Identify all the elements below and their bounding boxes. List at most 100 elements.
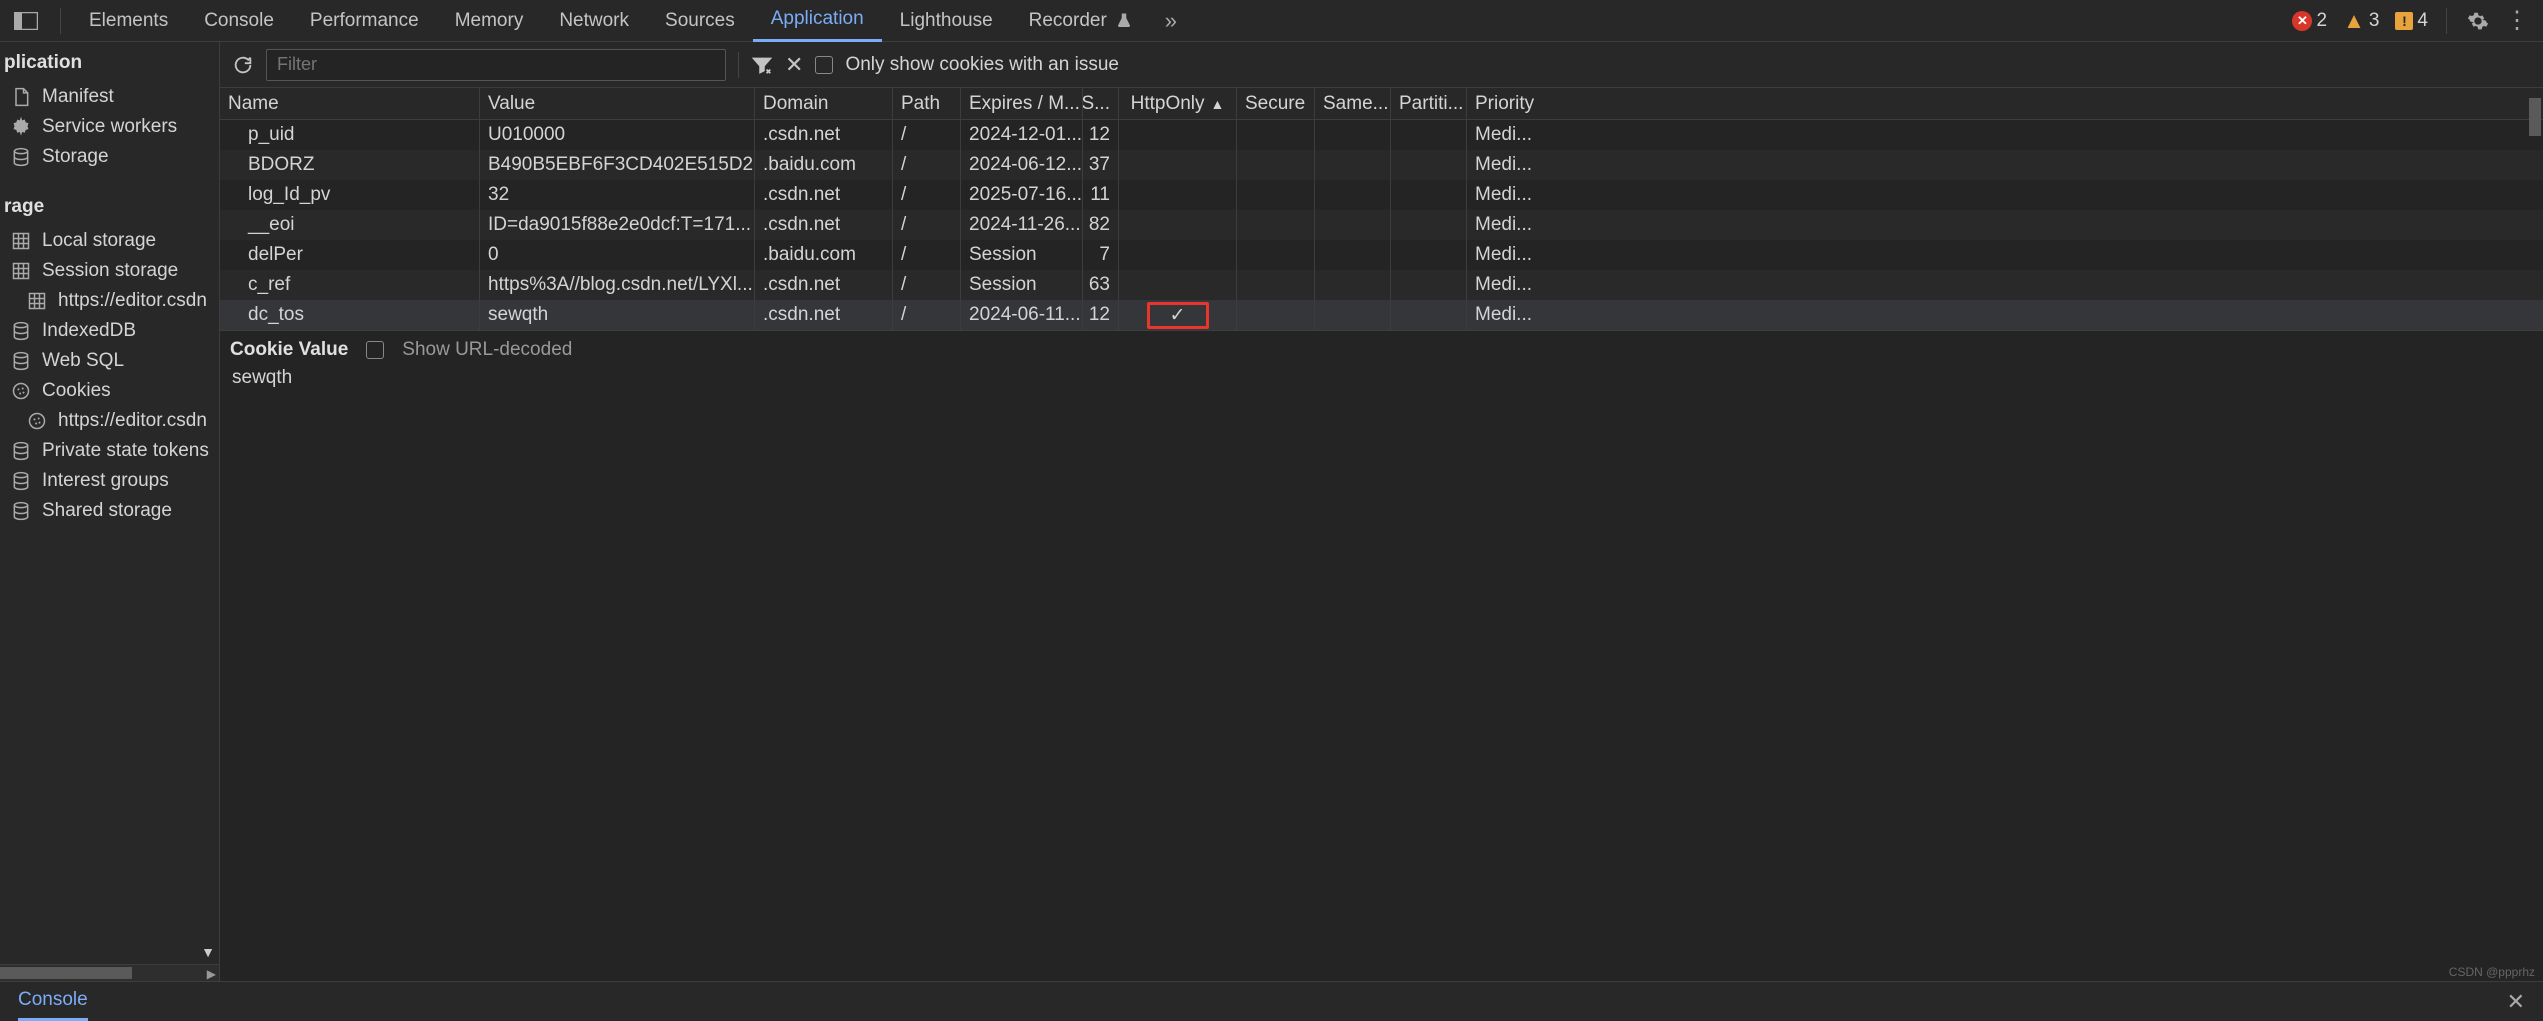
- cookie-value-text: sewqth: [230, 367, 2533, 389]
- sidebar-item-storage[interactable]: Storage: [0, 142, 219, 172]
- col-samesite[interactable]: Same...: [1315, 88, 1391, 119]
- cell-size: 12: [1083, 300, 1119, 330]
- close-drawer-button[interactable]: ✕: [2507, 989, 2525, 1015]
- col-partition[interactable]: Partiti...: [1391, 88, 1467, 119]
- cell-path: /: [893, 300, 961, 330]
- cell-secure: [1237, 240, 1315, 270]
- sidebar-item-https-editor-csdn[interactable]: https://editor.csdn: [0, 406, 219, 436]
- col-expires[interactable]: Expires / M...: [961, 88, 1083, 119]
- table-row[interactable]: c_refhttps%3A//blog.csdn.net/LYXl....csd…: [220, 270, 2543, 300]
- tab-lighthouse[interactable]: Lighthouse: [882, 0, 1011, 42]
- sidebar-item-https-editor-csdn[interactable]: https://editor.csdn: [0, 286, 219, 316]
- more-tabs-button[interactable]: »: [1151, 8, 1191, 34]
- sidebar-item-web-sql[interactable]: Web SQL: [0, 346, 219, 376]
- cell-path: /: [893, 180, 961, 210]
- cell-name: __eoi: [220, 210, 480, 240]
- cell-value: U010000: [480, 120, 755, 150]
- cookies-toolbar: ✕ Only show cookies with an issue: [220, 42, 2543, 88]
- col-domain[interactable]: Domain: [755, 88, 893, 119]
- cell-priority: Medi...: [1467, 180, 1547, 210]
- cookies-table: Name Value Domain Path Expires / M... S.…: [220, 88, 2543, 330]
- table-row[interactable]: BDORZB490B5EBF6F3CD402E515D2....baidu.co…: [220, 150, 2543, 180]
- cell-name: p_uid: [220, 120, 480, 150]
- tab-sources[interactable]: Sources: [647, 0, 753, 42]
- cell-path: /: [893, 270, 961, 300]
- sidebar-item-local-storage[interactable]: Local storage: [0, 226, 219, 256]
- scrollbar-arrow-right-icon[interactable]: ▶: [207, 967, 216, 981]
- drawer-tab-console[interactable]: Console: [18, 982, 88, 1021]
- sidebar-item-label: Manifest: [42, 86, 114, 108]
- col-secure[interactable]: Secure: [1237, 88, 1315, 119]
- sidebar-item-shared-storage[interactable]: Shared storage: [0, 496, 219, 526]
- sidebar-item-label: https://editor.csdn: [58, 290, 207, 312]
- cell-expires: Session: [961, 270, 1083, 300]
- cell-httponly: ✓: [1119, 300, 1237, 330]
- table-header-row: Name Value Domain Path Expires / M... S.…: [220, 88, 2543, 120]
- cell-size: 12: [1083, 120, 1119, 150]
- cell-size: 11: [1083, 180, 1119, 210]
- db-icon: [10, 471, 32, 491]
- table-row[interactable]: dc_tossewqth.csdn.net/2024-06-11...12✓Me…: [220, 300, 2543, 330]
- col-value[interactable]: Value: [480, 88, 755, 119]
- tabs-container: ElementsConsolePerformanceMemoryNetworkS…: [71, 0, 1151, 42]
- errors-badge[interactable]: ✕ 2: [2292, 10, 2327, 32]
- cell-secure: [1237, 180, 1315, 210]
- col-size[interactable]: S...: [1083, 88, 1119, 119]
- sidebar-item-private-state-tokens[interactable]: Private state tokens: [0, 436, 219, 466]
- cell-expires: 2024-12-01...: [961, 120, 1083, 150]
- sidebar-item-indexeddb[interactable]: IndexedDB: [0, 316, 219, 346]
- sidebar-section-storage: rage: [0, 186, 219, 226]
- table-row[interactable]: p_uidU010000.csdn.net/2024-12-01...12Med…: [220, 120, 2543, 150]
- col-name[interactable]: Name: [220, 88, 480, 119]
- col-path[interactable]: Path: [893, 88, 961, 119]
- chevron-down-icon[interactable]: ▼: [201, 944, 215, 960]
- cookie-detail-pane: Cookie Value Show URL-decoded sewqth: [220, 330, 2543, 981]
- table-row[interactable]: delPer0.baidu.com/Session7Medi...: [220, 240, 2543, 270]
- filter-input[interactable]: [266, 49, 726, 81]
- cell-domain: .baidu.com: [755, 150, 893, 180]
- refresh-button[interactable]: [232, 54, 254, 76]
- tab-recorder[interactable]: Recorder: [1011, 0, 1151, 42]
- settings-button[interactable]: [2467, 10, 2489, 32]
- cookie-icon: [26, 411, 48, 431]
- table-body: p_uidU010000.csdn.net/2024-12-01...12Med…: [220, 120, 2543, 330]
- col-priority[interactable]: Priority: [1467, 88, 1547, 119]
- cell-name: log_Id_pv: [220, 180, 480, 210]
- sidebar-item-manifest[interactable]: Manifest: [0, 82, 219, 112]
- table-row[interactable]: __eoiID=da9015f88e2e0dcf:T=171....csdn.n…: [220, 210, 2543, 240]
- cell-domain: .csdn.net: [755, 180, 893, 210]
- cell-httponly: [1119, 210, 1237, 240]
- sidebar-item-service-workers[interactable]: Service workers: [0, 112, 219, 142]
- tab-performance[interactable]: Performance: [292, 0, 437, 42]
- detail-title: Cookie Value: [230, 339, 348, 361]
- dock-side-icon[interactable]: [8, 7, 44, 35]
- tab-application[interactable]: Application: [753, 0, 882, 42]
- vertical-scrollbar[interactable]: [2527, 42, 2543, 981]
- cell-partition: [1391, 240, 1467, 270]
- cell-samesite: [1315, 270, 1391, 300]
- sidebar-item-session-storage[interactable]: Session storage: [0, 256, 219, 286]
- clear-all-button[interactable]: ✕: [785, 52, 803, 78]
- tab-network[interactable]: Network: [541, 0, 647, 42]
- only-issues-label: Only show cookies with an issue: [845, 54, 1119, 76]
- url-decoded-checkbox[interactable]: [366, 341, 384, 359]
- gear-icon: [10, 117, 32, 137]
- col-httponly[interactable]: HttpOnly▲: [1119, 88, 1237, 119]
- warnings-badge[interactable]: ▲ 3: [2343, 8, 2379, 34]
- scrollbar-thumb[interactable]: [0, 967, 132, 979]
- clear-filtered-button[interactable]: [751, 54, 773, 76]
- only-issues-checkbox[interactable]: [815, 56, 833, 74]
- tab-memory[interactable]: Memory: [437, 0, 542, 42]
- issues-badge[interactable]: ! 4: [2395, 10, 2428, 32]
- more-options-button[interactable]: ⋮: [2505, 6, 2529, 35]
- tab-console[interactable]: Console: [186, 0, 292, 42]
- sidebar-scrollbar-horizontal[interactable]: ▶: [0, 964, 219, 981]
- cell-domain: .csdn.net: [755, 300, 893, 330]
- scrollbar-thumb[interactable]: [2529, 98, 2541, 136]
- sidebar-item-interest-groups[interactable]: Interest groups: [0, 466, 219, 496]
- cell-value: 0: [480, 240, 755, 270]
- table-row[interactable]: log_Id_pv32.csdn.net/2025-07-16...11Medi…: [220, 180, 2543, 210]
- tab-elements[interactable]: Elements: [71, 0, 186, 42]
- sidebar-item-cookies[interactable]: Cookies: [0, 376, 219, 406]
- issue-icon: !: [2395, 12, 2413, 30]
